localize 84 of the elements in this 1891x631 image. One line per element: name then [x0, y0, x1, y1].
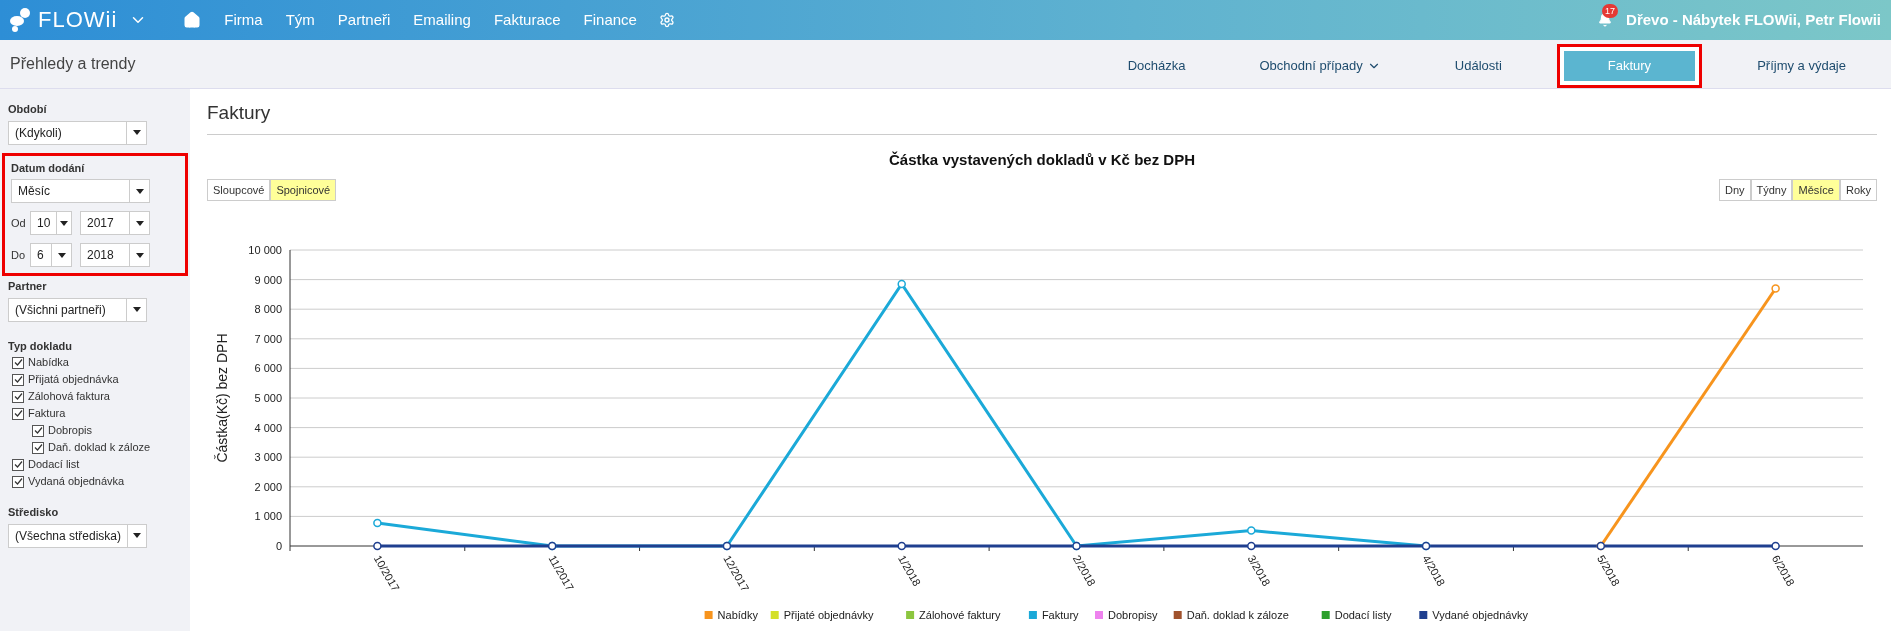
- data-point: [1771, 284, 1780, 293]
- legend-label[interactable]: Dobropisy: [1108, 609, 1158, 621]
- checkbox-label: Dodací list: [28, 457, 80, 473]
- checkbox-label: Faktura: [28, 406, 66, 422]
- data-point: [1247, 526, 1256, 535]
- field-label: Středisko: [8, 505, 60, 520]
- checkbox[interactable]: [12, 458, 24, 471]
- range-label: Do: [11, 247, 27, 263]
- checkbox[interactable]: [12, 407, 24, 420]
- partner-select[interactable]: (Všichni partneři): [8, 297, 147, 322]
- field-label: Období: [8, 102, 48, 117]
- checkbox-label: Zálohová faktura: [28, 389, 110, 405]
- caret-icon: [135, 188, 144, 194]
- nav-tab[interactable]: Docházka: [1108, 49, 1205, 83]
- granularity-button[interactable]: Měsíce: [1792, 179, 1840, 201]
- tick-label: 0: [275, 540, 282, 552]
- range-label: Od: [11, 215, 27, 231]
- axis-title: Částka(Kč) bez DPH: [214, 333, 230, 463]
- legend-label[interactable]: Vydané objednávky: [1432, 609, 1528, 621]
- checkbox-label: Nabídka: [28, 355, 69, 371]
- year-select[interactable]: 2017: [80, 211, 150, 235]
- data-point: [897, 279, 906, 289]
- legend-label[interactable]: Daň. doklad k záloze: [1186, 609, 1289, 621]
- tick-label: 8 000: [254, 303, 282, 316]
- checkbox-label: Daň. doklad k záloze: [48, 440, 151, 456]
- tick-label: 6 000: [254, 362, 282, 375]
- field-label: Typ dokladu: [8, 338, 73, 354]
- legend-label[interactable]: Faktury: [1041, 609, 1079, 621]
- checkbox[interactable]: [12, 390, 24, 403]
- legend-label[interactable]: Zálohové faktury: [919, 609, 1001, 621]
- legend-label[interactable]: Nabídky: [717, 609, 758, 621]
- year-select[interactable]: 2018: [80, 243, 150, 267]
- caret-icon: [57, 252, 66, 258]
- nav-tab[interactable]: Události: [1435, 49, 1521, 83]
- checkbox[interactable]: [12, 373, 24, 386]
- tick-label: 2 000: [254, 480, 282, 493]
- data-point: [1771, 541, 1780, 551]
- legend-label[interactable]: Dodací listy: [1334, 609, 1392, 621]
- tick-label: 9 000: [254, 273, 282, 286]
- checkbox-label: Přijatá objednávka: [28, 372, 119, 388]
- data-point: [1247, 541, 1256, 551]
- legend-label[interactable]: Přijaté objednávky: [783, 609, 874, 621]
- center-select[interactable]: (Všechna střediska): [8, 523, 147, 548]
- granularity-button[interactable]: Dny: [1718, 179, 1751, 201]
- tick-label: 10 000: [248, 244, 282, 256]
- delivery-select[interactable]: Měsíc: [11, 179, 150, 203]
- page-title: Přehledy a trendy: [10, 53, 136, 74]
- chart-type-button[interactable]: Spojnicové: [270, 179, 337, 201]
- checkbox[interactable]: [32, 424, 44, 437]
- caret-icon: [133, 533, 141, 538]
- notification-badge: 17: [1602, 3, 1619, 18]
- granularity-button[interactable]: Týdny: [1750, 179, 1793, 201]
- granularity-button[interactable]: Roky: [1839, 179, 1877, 201]
- field-label: Partner: [8, 279, 48, 294]
- caret-icon: [132, 307, 141, 312]
- data-point: [897, 541, 906, 551]
- month-select[interactable]: 6: [30, 243, 72, 267]
- month-select[interactable]: 10: [30, 211, 72, 235]
- home-icon[interactable]: [183, 10, 202, 29]
- checkbox-label: Dobropis: [48, 423, 93, 439]
- data-point: [373, 541, 382, 551]
- section-title: Faktury: [207, 99, 1877, 135]
- nav-tab[interactable]: Obchodní případy: [1240, 49, 1400, 83]
- caret-icon: [135, 220, 144, 226]
- tick-label: 7 000: [254, 332, 282, 345]
- checkbox[interactable]: [32, 441, 44, 454]
- checkbox[interactable]: [12, 475, 24, 488]
- data-point: [373, 518, 382, 528]
- tick-label: 4 000: [254, 421, 282, 434]
- caret-icon: [60, 220, 69, 226]
- caret-icon: [132, 130, 141, 135]
- logo-icon: [10, 7, 32, 32]
- field-label: Datum dodání: [11, 160, 86, 176]
- checkbox[interactable]: [12, 356, 24, 369]
- caret-icon: [135, 252, 144, 258]
- tick-label: 1 000: [254, 510, 282, 523]
- tick-label: 5 000: [254, 392, 282, 404]
- settings-icon[interactable]: [658, 11, 675, 28]
- tick-label: 3 000: [254, 451, 282, 464]
- period-select[interactable]: (Kdykoli): [8, 120, 147, 145]
- chart-type-button[interactable]: Sloupcové: [207, 179, 271, 201]
- checkbox-label: Vydaná objednávka: [28, 474, 125, 490]
- chart-title: Částka vystavených dokladů v Kč bez DPH: [888, 149, 1196, 170]
- nav-tab[interactable]: Příjmy a výdaje: [1738, 49, 1865, 83]
